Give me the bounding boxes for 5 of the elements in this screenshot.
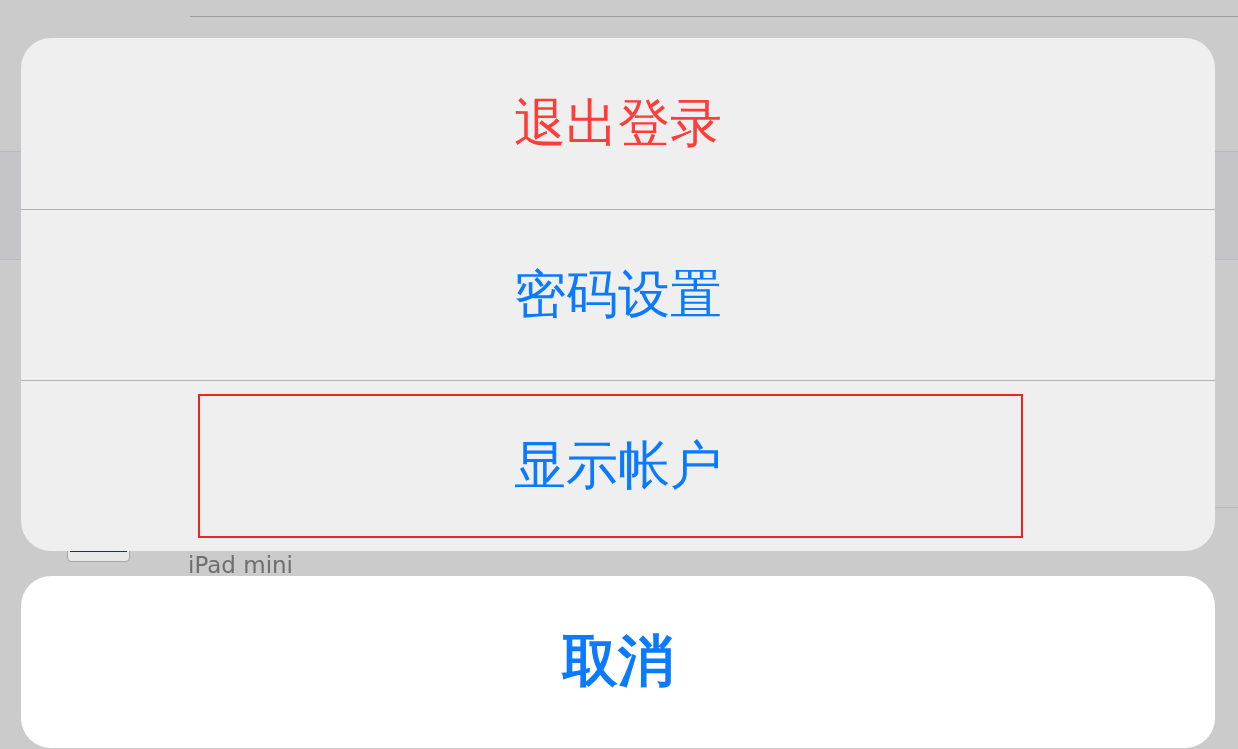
device-name: iPad mini [188, 554, 293, 577]
cancel-button[interactable]: 取消 [21, 576, 1215, 748]
action-button[interactable]: 密码设置 [21, 209, 1215, 380]
action-button[interactable]: 显示帐户 [21, 380, 1215, 551]
action-button[interactable]: 退出登录 [21, 38, 1215, 209]
